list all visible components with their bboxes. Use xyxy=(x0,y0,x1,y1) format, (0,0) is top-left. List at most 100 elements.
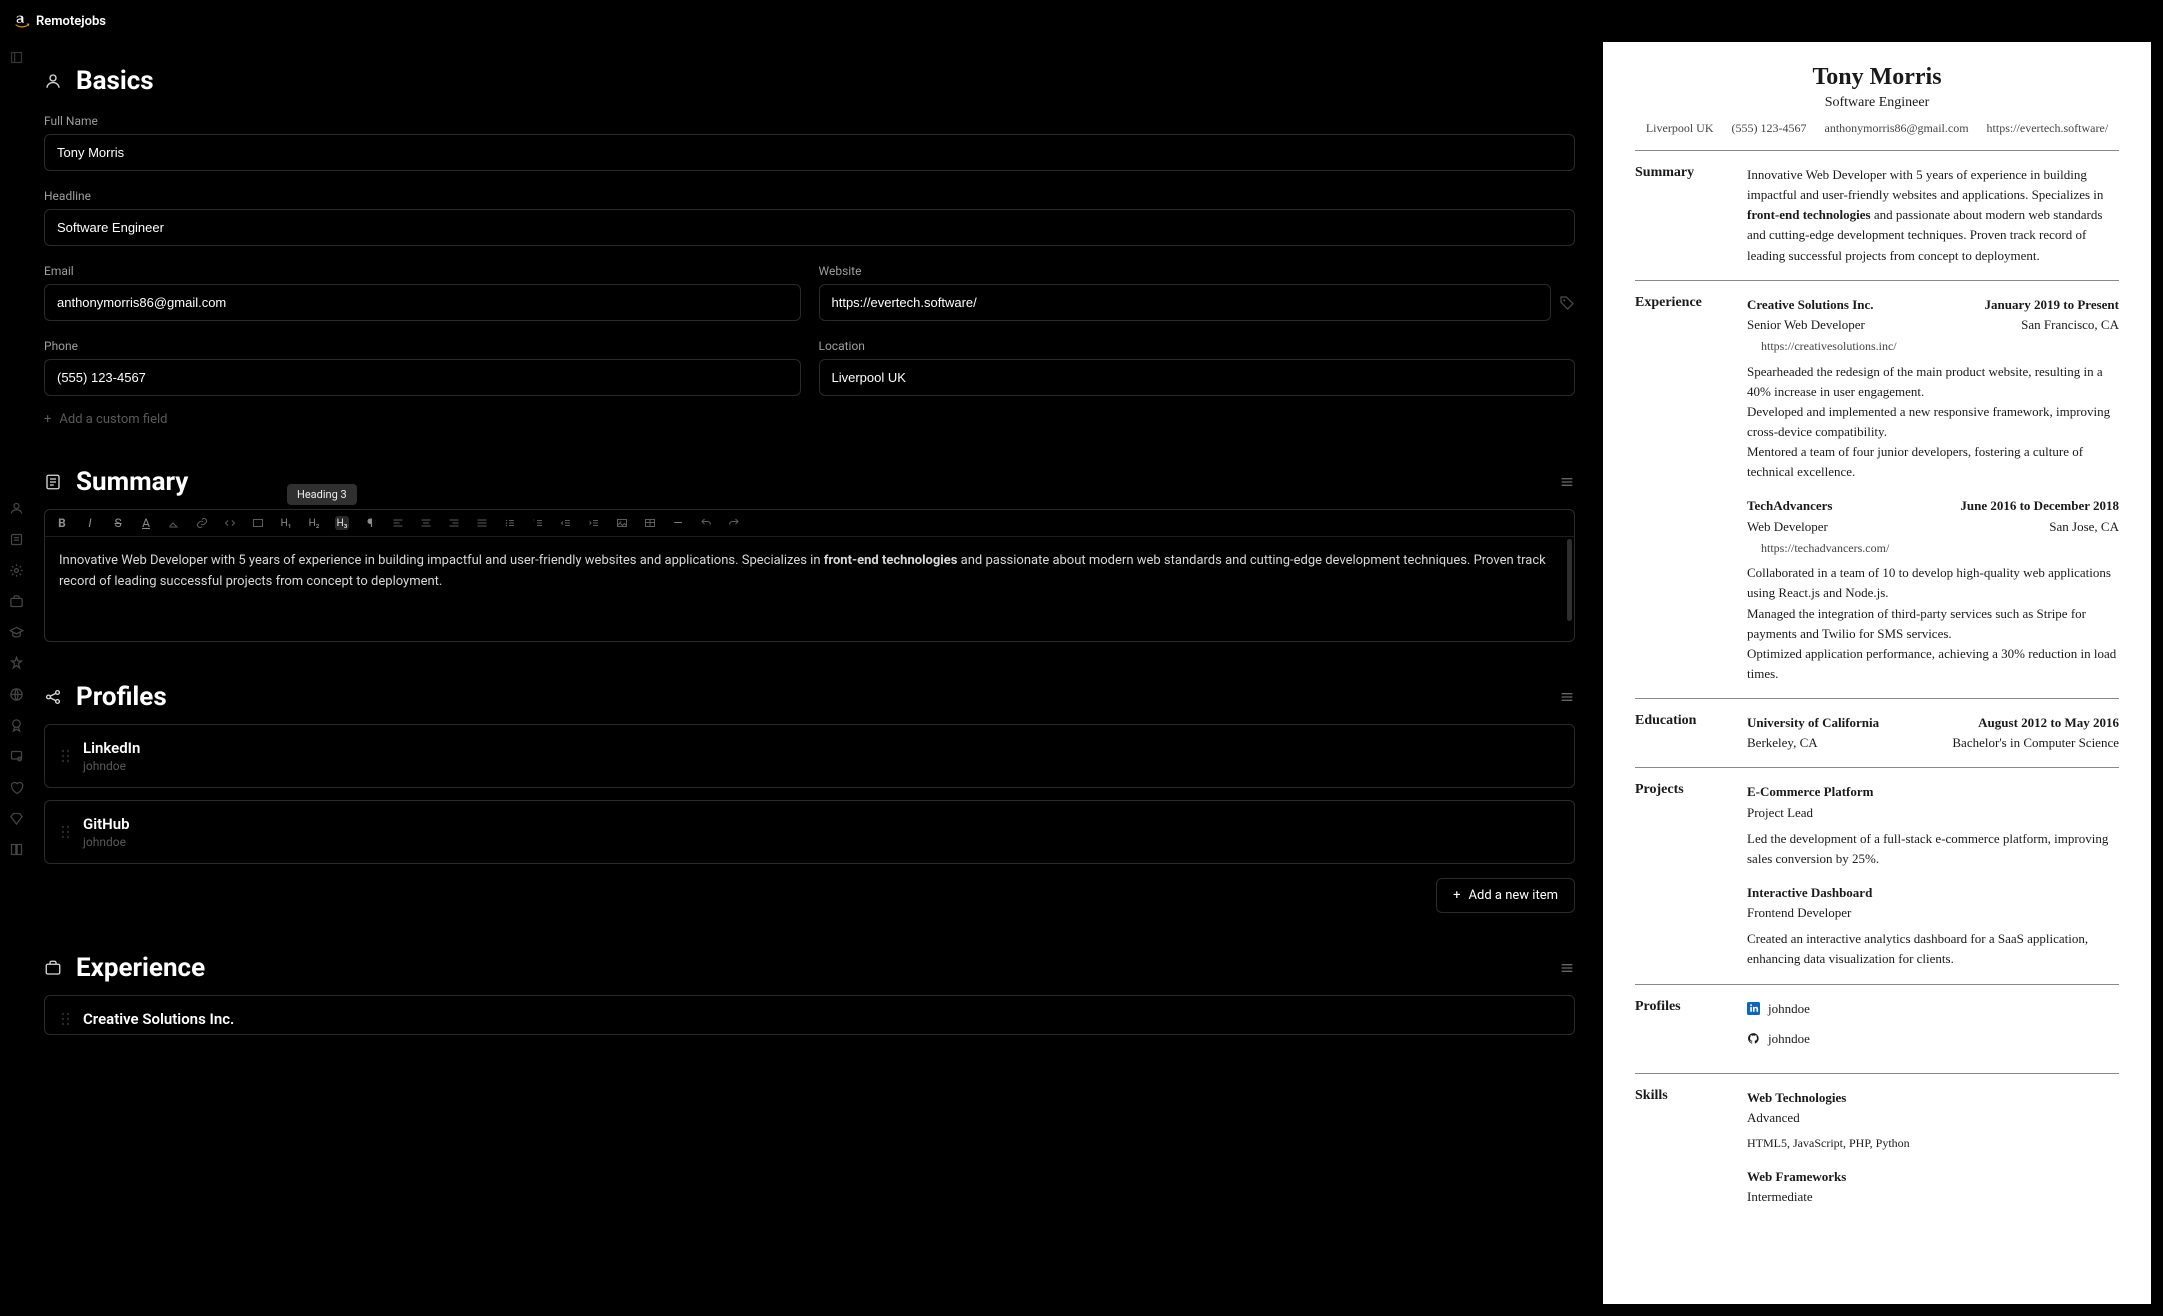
input-full-name[interactable] xyxy=(44,134,1575,171)
summary-textarea[interactable]: Innovative Web Developer with 5 years of… xyxy=(45,537,1574,641)
nav-collapse-icon[interactable] xyxy=(9,50,24,65)
undo-icon[interactable] xyxy=(699,516,713,530)
strike-icon[interactable]: S xyxy=(111,516,125,530)
h2-icon[interactable]: H₂ xyxy=(307,516,321,530)
image-icon[interactable] xyxy=(615,516,629,530)
nav-publications-icon[interactable] xyxy=(9,842,24,857)
outdent-icon[interactable] xyxy=(559,516,573,530)
nav-projects-icon[interactable] xyxy=(9,811,24,826)
drag-handle-icon[interactable] xyxy=(61,1011,71,1027)
profile-username: johndoe xyxy=(83,835,1558,849)
input-email[interactable] xyxy=(44,284,801,321)
nav-profiles-icon[interactable] xyxy=(9,563,24,578)
nav-interests-icon[interactable] xyxy=(9,780,24,795)
align-justify-icon[interactable] xyxy=(475,516,489,530)
preview-label-education: Education xyxy=(1635,713,1727,753)
brand[interactable]: Remotejobs xyxy=(14,13,106,29)
highlight-icon[interactable] xyxy=(167,516,181,530)
link-icon[interactable] xyxy=(195,516,209,530)
ordered-list-icon[interactable]: 1 xyxy=(531,516,545,530)
section-menu-profiles-icon[interactable] xyxy=(1559,689,1575,705)
preview-summary: Innovative Web Developer with 5 years of… xyxy=(1747,165,2119,266)
label-website: Website xyxy=(819,264,1576,278)
nav-certs-icon[interactable] xyxy=(9,749,24,764)
h3-icon[interactable]: H₃ xyxy=(335,516,349,530)
nav-basics-icon[interactable] xyxy=(9,501,24,516)
topbar: Remotejobs xyxy=(0,0,2163,42)
section-menu-summary-icon[interactable] xyxy=(1559,474,1575,490)
section-title-basics: Basics xyxy=(76,66,1575,96)
summary-editor: Heading 3 B I S A H₁ H₂ H₃ ¶ xyxy=(44,509,1575,642)
preview-contact: Liverpool UK (555) 123-4567 anthonymorri… xyxy=(1635,121,2119,136)
align-left-icon[interactable] xyxy=(391,516,405,530)
align-center-icon[interactable] xyxy=(419,516,433,530)
input-location[interactable] xyxy=(819,359,1576,396)
nav-awards-icon[interactable] xyxy=(9,718,24,733)
section-header-profiles: Profiles xyxy=(44,682,1575,712)
user-icon xyxy=(44,72,62,90)
preview-name: Tony Morris xyxy=(1635,64,2119,91)
plus-icon: + xyxy=(1453,888,1460,903)
codeblock-icon[interactable] xyxy=(251,516,265,530)
experience-item[interactable]: Creative Solutions Inc. xyxy=(44,995,1575,1035)
summary-text-bold: front-end technologies xyxy=(824,553,958,568)
preview-email: anthonymorris86@gmail.com xyxy=(1825,121,1969,136)
section-title-experience: Experience xyxy=(76,953,1545,983)
add-custom-field-button[interactable]: + Add a custom field xyxy=(44,412,1575,427)
github-icon xyxy=(1747,1032,1760,1045)
nav-skills-icon[interactable] xyxy=(9,656,24,671)
nav-summary-icon[interactable] xyxy=(9,532,24,547)
preview-location: Liverpool UK xyxy=(1646,121,1714,136)
table-icon[interactable] xyxy=(643,516,657,530)
label-location: Location xyxy=(819,339,1576,353)
plus-icon: + xyxy=(44,412,51,427)
brand-logo-icon xyxy=(14,13,30,29)
bullet-list-icon[interactable] xyxy=(503,516,517,530)
add-profile-label: Add a new item xyxy=(1469,888,1558,903)
summary-text-pre: Innovative Web Developer with 5 years of… xyxy=(59,553,824,568)
bold-icon[interactable]: B xyxy=(55,516,69,530)
profile-item-github[interactable]: GitHub johndoe xyxy=(44,800,1575,864)
redo-icon[interactable] xyxy=(727,516,741,530)
label-phone: Phone xyxy=(44,339,801,353)
h1-icon[interactable]: H₁ xyxy=(279,516,293,530)
italic-icon[interactable]: I xyxy=(83,516,97,530)
profile-item-linkedin[interactable]: LinkedIn johndoe xyxy=(44,724,1575,788)
input-phone[interactable] xyxy=(44,359,801,396)
add-profile-button[interactable]: + Add a new item xyxy=(1436,878,1575,913)
drag-handle-icon[interactable] xyxy=(61,824,71,840)
drag-handle-icon[interactable] xyxy=(61,748,71,764)
underline-icon[interactable]: A xyxy=(139,516,153,530)
input-website[interactable] xyxy=(819,284,1552,321)
preview-experience: Creative Solutions Inc.January 2019 to P… xyxy=(1747,295,2119,684)
section-header-experience: Experience xyxy=(44,953,1575,983)
preview-phone: (555) 123-4567 xyxy=(1732,121,1807,136)
editor-panel: Basics Full Name Headline Email Website xyxy=(32,42,1603,1316)
label-email: Email xyxy=(44,264,801,278)
align-right-icon[interactable] xyxy=(447,516,461,530)
hr-icon[interactable]: — xyxy=(671,516,685,530)
input-headline[interactable] xyxy=(44,209,1575,246)
preview-label-skills: Skills xyxy=(1635,1088,1727,1207)
rte-toolbar: B I S A H₁ H₂ H₃ ¶ 1 xyxy=(45,510,1574,537)
preview-skills: Web Technologies Advanced HTML5, JavaScr… xyxy=(1747,1088,2119,1207)
indent-icon[interactable] xyxy=(587,516,601,530)
nav-education-icon[interactable] xyxy=(9,625,24,640)
briefcase-icon xyxy=(44,959,62,977)
add-custom-field-label: Add a custom field xyxy=(59,412,167,427)
paragraph-icon[interactable]: ¶ xyxy=(363,516,377,530)
preview-label-profiles: Profiles xyxy=(1635,999,1727,1059)
profile-network: GitHub xyxy=(83,815,1558,833)
summary-scrollbar[interactable] xyxy=(1567,539,1572,621)
label-full-name: Full Name xyxy=(44,114,1575,128)
svg-text:1: 1 xyxy=(533,519,535,523)
share-icon xyxy=(44,688,62,706)
tag-icon[interactable] xyxy=(1559,295,1575,311)
nav-experience-icon[interactable] xyxy=(9,594,24,609)
document-icon xyxy=(44,473,62,491)
nav-languages-icon[interactable] xyxy=(9,687,24,702)
section-menu-experience-icon[interactable] xyxy=(1559,960,1575,976)
preview-label-summary: Summary xyxy=(1635,165,1727,266)
preview-label-experience: Experience xyxy=(1635,295,1727,684)
code-icon[interactable] xyxy=(223,516,237,530)
